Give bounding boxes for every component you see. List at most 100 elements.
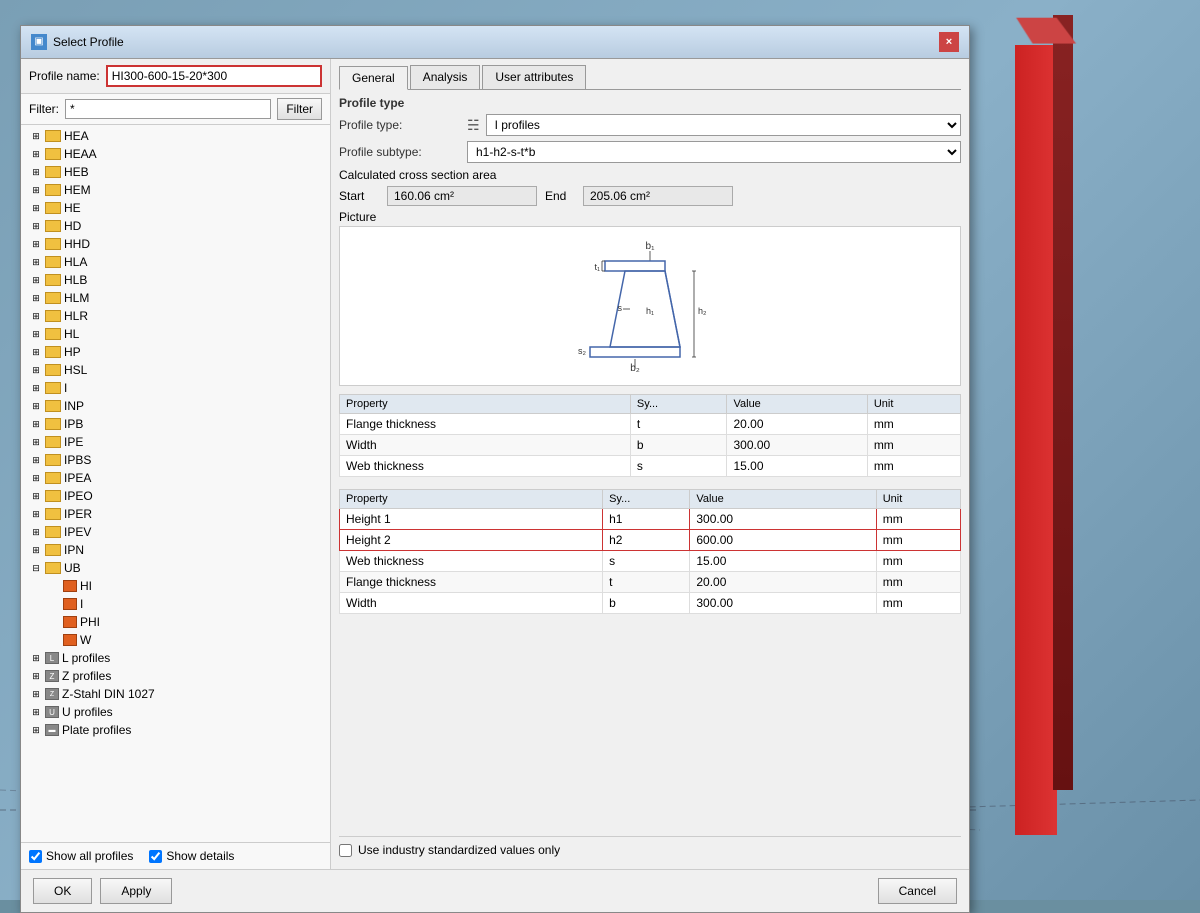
tree-item-ipbs[interactable]: ⊞ IPBS xyxy=(25,451,330,469)
tree-item-ub[interactable]: ⊟ UB xyxy=(25,559,330,577)
show-all-profiles-checkbox[interactable] xyxy=(29,850,42,863)
cell-property: Web thickness xyxy=(340,456,631,477)
tree-item-iper[interactable]: ⊞ IPER xyxy=(25,505,330,523)
tree-label-hl: HL xyxy=(64,327,79,341)
tree-label-ipb: IPB xyxy=(64,417,83,431)
picture-section-label: Picture xyxy=(339,210,961,224)
show-all-profiles-check[interactable]: Show all profiles xyxy=(29,849,133,863)
cell-web-prop: Web thickness xyxy=(340,551,603,572)
filter-row: Filter: Filter xyxy=(21,94,330,125)
dialog-icon: ▣ xyxy=(31,34,47,50)
tree-item-heaa[interactable]: ⊞ HEAA xyxy=(25,145,330,163)
profile-type-row: Profile type: ☵ I profiles xyxy=(339,114,961,136)
expander-hea: ⊞ xyxy=(29,129,43,143)
tree-item-hhd[interactable]: ⊞ HHD xyxy=(25,235,330,253)
beam-3d xyxy=(1015,15,1075,865)
tree-item-phi[interactable]: ⊞ PHI xyxy=(43,613,330,631)
expander-i: ⊞ xyxy=(29,381,43,395)
tree-item-z-stahl[interactable]: ⊞ Z Z-Stahl DIN 1027 xyxy=(25,685,330,703)
expander-hlm: ⊞ xyxy=(29,291,43,305)
tree-item-l-profiles[interactable]: ⊞ L L profiles xyxy=(25,649,330,667)
filter-button[interactable]: Filter xyxy=(277,98,322,120)
tree-item-ipeo[interactable]: ⊞ IPEO xyxy=(25,487,330,505)
tree-item-ipev[interactable]: ⊞ IPEV xyxy=(25,523,330,541)
cell-web-unit: mm xyxy=(876,551,960,572)
col-unit-top: Unit xyxy=(867,395,960,414)
expander-ipn: ⊞ xyxy=(29,543,43,557)
ok-button[interactable]: OK xyxy=(33,878,92,904)
tree-item-plate-profiles[interactable]: ⊞ ▬ Plate profiles xyxy=(25,721,330,739)
right-panel: General Analysis User attributes Profile… xyxy=(331,59,969,869)
cell-flange2-unit: mm xyxy=(876,572,960,593)
i-profile-icon: ☵ xyxy=(467,117,480,134)
cell-width2-prop: Width xyxy=(340,593,603,614)
tab-general[interactable]: General xyxy=(339,66,408,90)
tree-item-ipe[interactable]: ⊞ IPE xyxy=(25,433,330,451)
tree-item-z-profiles[interactable]: ⊞ Z Z profiles xyxy=(25,667,330,685)
table-row-web-thickness2: Web thickness s 15.00 mm xyxy=(340,551,961,572)
expander-ub: ⊟ xyxy=(29,561,43,575)
tree-container[interactable]: ⊞ HEA ⊞ HEAA ⊞ HEB ⊞ HEM xyxy=(21,125,330,842)
cell-height2-val[interactable] xyxy=(690,530,876,551)
col-property-top: Property xyxy=(340,395,631,414)
tab-analysis[interactable]: Analysis xyxy=(410,65,481,89)
cell-width2-val: 300.00 xyxy=(690,593,876,614)
table-row-height2[interactable]: Height 2 h2 mm xyxy=(340,530,961,551)
tree-item-hem[interactable]: ⊞ HEM xyxy=(25,181,330,199)
calc-cross-section-title: Calculated cross section area xyxy=(339,168,961,182)
col-value-bottom: Value xyxy=(690,490,876,509)
table-row-web-thickness: Web thickness s 15.00 mm xyxy=(340,456,961,477)
cancel-button[interactable]: Cancel xyxy=(878,878,957,904)
profile-type-select[interactable]: I profiles xyxy=(486,114,961,136)
height2-input[interactable] xyxy=(696,533,756,547)
tab-user-attributes[interactable]: User attributes xyxy=(482,65,586,89)
use-industry-checkbox[interactable] xyxy=(339,844,352,857)
tree-item-ipb[interactable]: ⊞ IPB xyxy=(25,415,330,433)
cell-property: Width xyxy=(340,435,631,456)
svg-text:t₁: t₁ xyxy=(594,262,600,272)
expander-ipeo: ⊞ xyxy=(29,489,43,503)
tree-item-w[interactable]: ⊞ W xyxy=(43,631,330,649)
tree-item-hlm[interactable]: ⊞ HLM xyxy=(25,289,330,307)
tree-item-hlb[interactable]: ⊞ HLB xyxy=(25,271,330,289)
tree-item-hlr[interactable]: ⊞ HLR xyxy=(25,307,330,325)
tree-label-l-profiles: L profiles xyxy=(62,651,110,665)
tree-item-ipn[interactable]: ⊞ IPN xyxy=(25,541,330,559)
profile-type-label: Profile type: xyxy=(339,118,459,132)
tree-item-hsl[interactable]: ⊞ HSL xyxy=(25,361,330,379)
tree-item-i[interactable]: ⊞ I xyxy=(25,379,330,397)
tree-item-hea[interactable]: ⊞ HEA xyxy=(25,127,330,145)
dialog-close-button[interactable]: × xyxy=(939,32,959,52)
tree-item-heb[interactable]: ⊞ HEB xyxy=(25,163,330,181)
cell-width2-unit: mm xyxy=(876,593,960,614)
tree-label-phi: PHI xyxy=(80,615,100,629)
cell-height1-val[interactable] xyxy=(690,509,876,530)
cell-web-val: 15.00 xyxy=(690,551,876,572)
table-row-width2: Width b 300.00 mm xyxy=(340,593,961,614)
tree-item-hi[interactable]: ⊞ HI xyxy=(43,577,330,595)
height1-input[interactable] xyxy=(696,512,756,526)
filter-input[interactable] xyxy=(65,99,271,119)
tree-item-inp[interactable]: ⊞ INP xyxy=(25,397,330,415)
expander-iper: ⊞ xyxy=(29,507,43,521)
apply-button[interactable]: Apply xyxy=(100,878,172,904)
tree-item-i-child[interactable]: ⊞ I xyxy=(43,595,330,613)
table-row-height1[interactable]: Height 1 h1 mm xyxy=(340,509,961,530)
tree-item-ipea[interactable]: ⊞ IPEA xyxy=(25,469,330,487)
tree-label-ipbs: IPBS xyxy=(64,453,91,467)
expander-hd: ⊞ xyxy=(29,219,43,233)
tree-item-hp[interactable]: ⊞ HP xyxy=(25,343,330,361)
svg-text:s₂: s₂ xyxy=(578,346,587,356)
show-details-checkbox[interactable] xyxy=(149,850,162,863)
show-all-profiles-label: Show all profiles xyxy=(46,849,133,863)
tree-item-hla[interactable]: ⊞ HLA xyxy=(25,253,330,271)
tree-item-hd[interactable]: ⊞ HD xyxy=(25,217,330,235)
tree-label-i-child: I xyxy=(80,597,83,611)
profile-name-input[interactable] xyxy=(106,65,322,87)
tree-item-he[interactable]: ⊞ HE xyxy=(25,199,330,217)
tree-item-hl[interactable]: ⊞ HL xyxy=(25,325,330,343)
tree-item-u-profiles[interactable]: ⊞ U U profiles xyxy=(25,703,330,721)
show-details-check[interactable]: Show details xyxy=(149,849,234,863)
expander-ipe: ⊞ xyxy=(29,435,43,449)
profile-subtype-select[interactable]: h1-h2-s-t*b xyxy=(467,141,961,163)
